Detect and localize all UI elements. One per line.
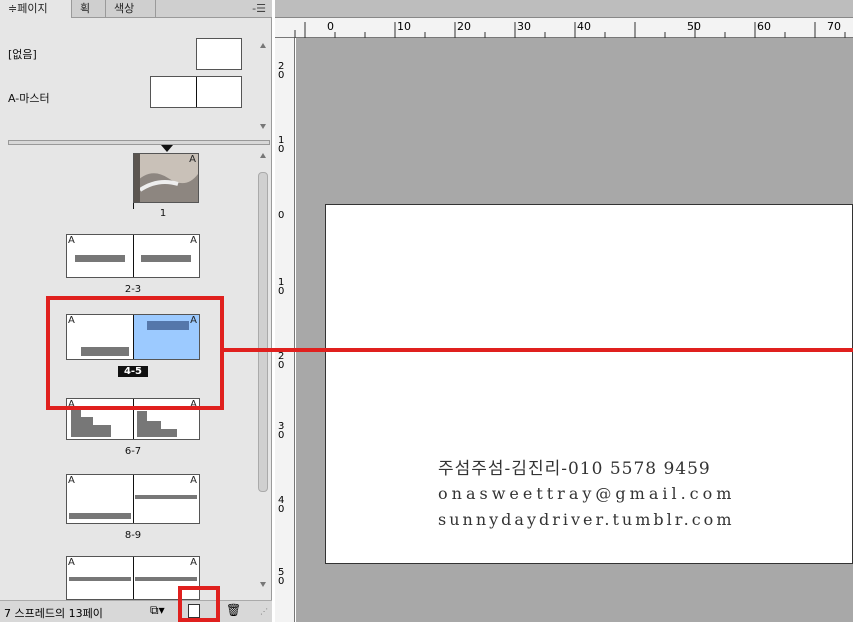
master-prefix: A — [68, 475, 75, 486]
ruler-tick-label: 10 — [397, 20, 411, 33]
ruler-tick-label: 70 — [827, 20, 841, 33]
ruler-tick-label: 5 0 — [278, 567, 285, 587]
card-line-website[interactable]: sunnydaydriver.tumblr.com — [438, 510, 734, 529]
text-frame — [141, 255, 191, 262]
ruler-tick-label: 0 — [278, 210, 285, 221]
spread-8-9-thumbnail[interactable]: A A — [66, 474, 200, 524]
tab-stroke[interactable]: 획 — [72, 0, 106, 18]
card-line-email[interactable]: onasweettray@gmail.com — [438, 484, 735, 503]
horizontal-ruler[interactable]: 0 10 20 30 40 50 60 70 — [275, 18, 853, 38]
text-frame — [135, 577, 197, 581]
ruler-tick-label: 3 0 — [278, 421, 285, 441]
ruler-tick-label: 2 0 — [278, 351, 285, 371]
spread-1-label: 1 — [159, 208, 167, 219]
ruler-tick-label: 1 0 — [278, 277, 285, 297]
master-prefix: A — [190, 475, 197, 486]
histogram-graphic — [137, 411, 177, 437]
panel-menu-icon[interactable]: -☰ — [252, 2, 266, 15]
text-frame — [69, 577, 131, 581]
text-frame — [69, 513, 131, 519]
master-none-thumbnail[interactable] — [196, 38, 242, 70]
ruler-tick-label: 4 0 — [278, 495, 285, 515]
spread-6-7-label: 6-7 — [124, 446, 142, 457]
ruler-tick-label: 1 0 — [278, 135, 285, 155]
scrollbar-thumb[interactable] — [258, 172, 268, 492]
spreads-scrollbar[interactable] — [256, 150, 270, 590]
edit-page-size-icon[interactable]: ⧉▾ — [150, 603, 165, 618]
text-frame — [135, 495, 197, 499]
tab-color[interactable]: 색상 — [106, 0, 156, 18]
tab-pages[interactable]: ≑페이지 — [0, 0, 72, 18]
spread-1-thumbnail[interactable]: A — [133, 153, 199, 203]
ruler-tick-label: 2 0 — [278, 61, 285, 81]
page-count-status: 7 스프레드의 13페이 — [4, 607, 103, 620]
spine — [133, 475, 134, 523]
master-prefix: A — [190, 235, 197, 246]
card-line-name-phone[interactable]: 주섬주섬-김진리-010 5578 9459 — [438, 454, 711, 479]
spine — [196, 77, 197, 107]
spread-2-3-thumbnail[interactable]: A A — [66, 234, 200, 278]
section-divider[interactable] — [8, 140, 270, 145]
spine — [133, 557, 134, 599]
master-a-thumbnail[interactable] — [150, 76, 242, 108]
master-a-label[interactable]: A-마스터 — [8, 90, 50, 106]
spine — [133, 203, 134, 209]
master-prefix: A — [68, 557, 75, 568]
master-prefix: A — [190, 557, 197, 568]
ruler-tick-label: 50 — [687, 20, 701, 33]
ruler-tick-label: 60 — [757, 20, 771, 33]
ruler-tick-label: 0 — [327, 20, 334, 33]
panel-tabs: ≑페이지 획 색상 -☰ — [0, 0, 272, 18]
resize-grip-icon[interactable]: ⋰ — [260, 607, 268, 616]
master-prefix: A — [189, 154, 196, 165]
ruler-tick-label: 20 — [457, 20, 471, 33]
master-none-label[interactable]: [없음] — [8, 46, 37, 62]
text-frame — [75, 255, 125, 262]
histogram-graphic — [71, 409, 111, 437]
highlight-box-new-page — [178, 586, 220, 622]
spine — [133, 235, 134, 277]
masters-section: [없음] A-마스터 — [0, 32, 272, 136]
master-prefix: A — [68, 235, 75, 246]
ruler-tick-label: 30 — [517, 20, 531, 33]
callout-line — [222, 348, 853, 352]
highlight-box-spread — [46, 296, 224, 410]
spread-8-9-label: 8-9 — [124, 530, 142, 541]
document-tabs[interactable] — [275, 0, 853, 18]
delete-page-icon[interactable]: 🗑 — [226, 603, 241, 617]
masters-scrollbar[interactable] — [258, 40, 268, 132]
spread-2-3-label: 2-3 — [124, 284, 142, 295]
vertical-ruler[interactable]: 2 0 1 0 0 1 0 2 0 3 0 4 0 5 0 — [275, 38, 295, 622]
ruler-tick-label: 40 — [577, 20, 591, 33]
panel-status-bar: 7 스프레드의 13페이 ⧉▾ 🗑 ⋰ — [0, 600, 272, 622]
